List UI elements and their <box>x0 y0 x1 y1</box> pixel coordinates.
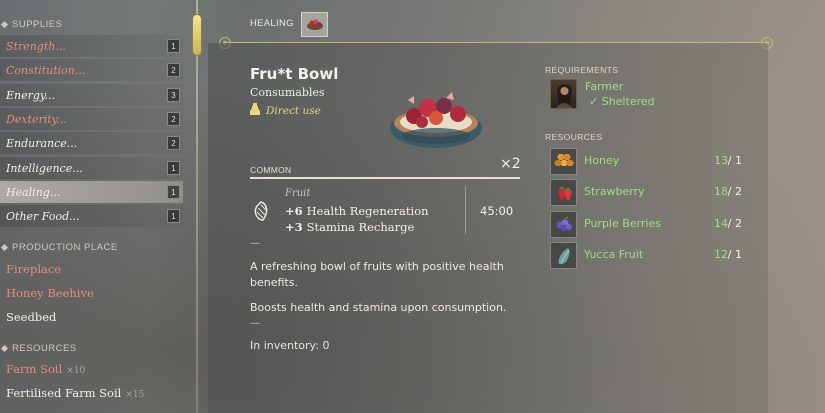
effect-health-regeneration: +6 Health Regeneration <box>285 204 429 218</box>
item-category: Consumables <box>250 86 325 99</box>
sidebar-item-endurance[interactable]: Endurance... 2 <box>0 132 183 154</box>
resource-need: / 2 <box>727 217 742 230</box>
count-badge: 2 <box>167 136 180 150</box>
resource-item-fertilised-farm-soil[interactable]: Fertilised Farm Soil ×15 <box>6 386 144 400</box>
count-badge: 2 <box>167 63 180 77</box>
item-description: A refreshing bowl of fruits with positiv… <box>250 260 504 289</box>
resource-need: / 2 <box>727 185 742 198</box>
resource-name: Honey <box>584 154 620 167</box>
resource-have: 14 <box>714 217 728 230</box>
count-badge: 1 <box>167 209 180 223</box>
fruit-bowl-image <box>388 92 484 154</box>
diamond-bullet-icon <box>0 20 9 29</box>
requirement-condition: ✓ Sheltered <box>589 95 655 108</box>
production-item-seedbed[interactable]: Seedbed <box>6 310 56 324</box>
sidebar-item-label: Other Food... <box>6 209 80 223</box>
supplies-header: SUPPLIES <box>0 19 62 30</box>
resources-header: RESOURCES <box>545 132 603 142</box>
sidebar-item-constitution[interactable]: Constitution... 2 <box>0 59 183 81</box>
resource-row-yucca-fruit: Yucca Fruit 12 / 1 <box>550 242 750 270</box>
resource-name: Yucca Fruit <box>584 248 644 261</box>
resource-have: 18 <box>714 185 728 198</box>
resource-have: 12 <box>714 248 728 261</box>
scrollbar-handle[interactable] <box>192 14 202 56</box>
sidebar-item-label: Endurance... <box>6 136 78 150</box>
sidebar-item-healing[interactable]: Healing... 1 <box>0 181 183 203</box>
sidebar-item-label: Dexterity... <box>6 112 67 126</box>
rarity-label: COMMON <box>250 165 292 175</box>
resource-item-qty: ×10 <box>66 366 86 376</box>
resource-name: Strawberry <box>584 185 645 198</box>
effect-duration: 45:00 <box>480 204 514 218</box>
production-item-fireplace[interactable]: Fireplace <box>6 262 61 276</box>
item-count: ×2 <box>500 156 521 172</box>
sidebar-item-strength[interactable]: Strength... 1 <box>0 35 183 57</box>
separator-dash: — <box>250 238 260 249</box>
effect-stamina-recharge: +3 Stamina Recharge <box>285 220 414 234</box>
strawberry-icon <box>550 179 577 206</box>
resource-row-strawberry: Strawberry 18 / 2 <box>550 179 750 207</box>
sidebar: SUPPLIES Strength... 1 Constitution... 2… <box>0 0 195 413</box>
resource-item-farm-soil[interactable]: Farm Soil ×10 <box>6 362 85 376</box>
rarity-divider <box>250 177 520 179</box>
sidebar-item-dexterity[interactable]: Dexterity... 2 <box>0 108 183 130</box>
category-tab-label: HEALING <box>250 18 294 29</box>
effect-value: +6 <box>285 204 303 218</box>
resource-item-label: Farm Soil <box>6 362 63 376</box>
effect-name: Stamina Recharge <box>306 220 415 234</box>
effect-divider <box>465 186 466 234</box>
item-title: Fru*t Bowl <box>250 65 339 83</box>
resource-have: 13 <box>714 154 728 167</box>
sidebar-item-label: Healing... <box>6 185 61 199</box>
effect-category-label: Fruit <box>285 188 311 199</box>
count-badge: 1 <box>167 161 180 175</box>
direct-use-tag: Direct use <box>250 103 321 118</box>
yucca-fruit-icon <box>550 242 577 269</box>
resource-item-label: Fertilised Farm Soil <box>6 386 122 400</box>
resources-sidebar-header: RESOURCES <box>0 343 77 354</box>
sidebar-item-intelligence[interactable]: Intelligence... 1 <box>0 157 183 179</box>
count-badge: 1 <box>167 185 180 199</box>
sidebar-item-energy[interactable]: Energy... 3 <box>0 84 183 106</box>
resource-need: / 1 <box>727 154 742 167</box>
item-description-secondary: Boosts health and stamina upon consumpti… <box>250 301 507 314</box>
sidebar-item-label: Strength... <box>6 39 66 53</box>
sidebar-divider <box>196 0 198 413</box>
requirements-header: REQUIREMENTS <box>545 65 619 75</box>
effect-value: +3 <box>285 220 303 234</box>
potion-icon <box>250 103 260 118</box>
count-badge: 2 <box>167 112 180 126</box>
diamond-bullet-icon <box>0 243 9 252</box>
sidebar-item-other-food[interactable]: Other Food... 1 <box>0 205 183 227</box>
inventory-count: In inventory: 0 <box>250 339 330 352</box>
purple-berries-icon <box>550 211 577 238</box>
fruit-effect-icon <box>251 200 271 222</box>
diamond-bullet-icon <box>0 344 9 353</box>
farmer-portrait-avatar <box>550 79 577 109</box>
effect-name: Health Regeneration <box>306 204 429 218</box>
sidebar-item-label: Constitution... <box>6 63 86 77</box>
resource-need: / 1 <box>727 248 742 261</box>
resource-row-honey: Honey 13 / 1 <box>550 148 750 176</box>
production-item-honey-beehive[interactable]: Honey Beehive <box>6 286 94 300</box>
fruit-bowl-icon[interactable] <box>301 12 328 37</box>
count-badge: 1 <box>167 39 180 53</box>
resource-item-qty: ×15 <box>125 390 145 400</box>
production-place-header: PRODUCTION PLACE <box>0 242 118 253</box>
count-badge: 3 <box>167 88 180 102</box>
resource-name: Purple Berries <box>584 217 661 230</box>
honeycomb-icon <box>550 148 577 175</box>
resource-row-purple-berries: Purple Berries 14 / 2 <box>550 211 750 239</box>
requirement-npc: Farmer <box>585 80 624 93</box>
sidebar-item-label: Energy... <box>6 88 56 102</box>
sidebar-item-label: Intelligence... <box>6 161 83 175</box>
separator-dash: — <box>250 318 260 329</box>
